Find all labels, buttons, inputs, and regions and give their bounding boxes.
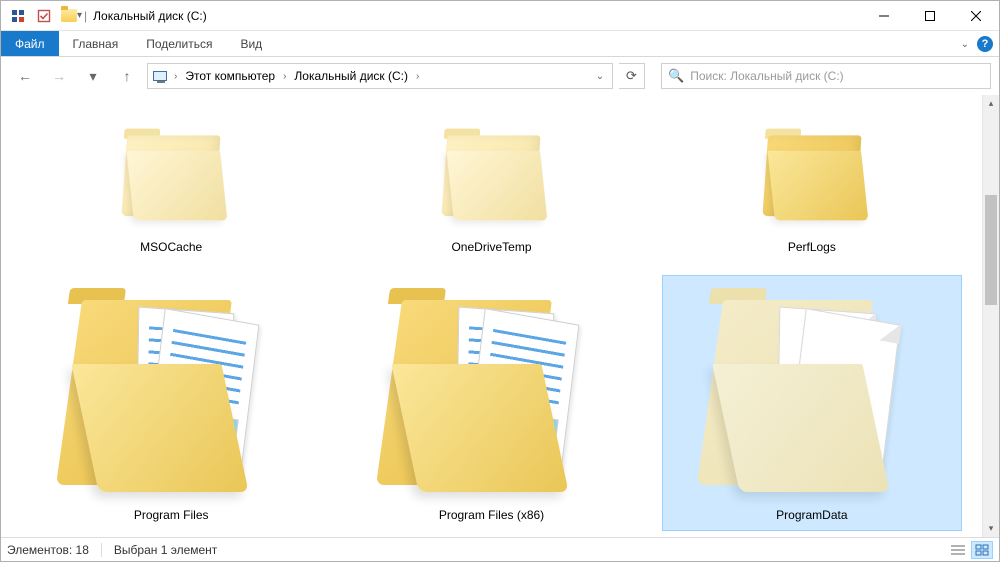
view-mode-toggle xyxy=(947,541,993,559)
nav-history-dropdown[interactable]: ▾ xyxy=(79,62,107,90)
folder-item[interactable]: PerfLogs xyxy=(662,99,962,263)
vertical-scrollbar[interactable]: ▴ ▾ xyxy=(982,95,999,537)
search-icon: 🔍 xyxy=(668,68,684,84)
ribbon-expand-icon[interactable]: ⌄ xyxy=(961,39,969,50)
breadcrumb-sep-icon[interactable]: › xyxy=(412,71,423,82)
folder-item[interactable]: Program Files (x86) xyxy=(341,275,641,531)
ribbon-tab-share[interactable]: Поделиться xyxy=(132,31,226,56)
breadcrumb-current[interactable]: Локальный диск (C:) xyxy=(292,69,410,83)
qat-properties-icon[interactable] xyxy=(7,5,29,27)
breadcrumb-root[interactable]: Этот компьютер xyxy=(183,69,277,83)
folder-item[interactable]: Program Files xyxy=(21,275,321,531)
navigation-bar: ← → ▾ ↑ › Этот компьютер › Локальный дис… xyxy=(1,57,999,95)
folder-item-selected[interactable]: ProgramData xyxy=(662,275,962,531)
folder-icon xyxy=(95,125,248,234)
nav-up-button[interactable]: ↑ xyxy=(113,62,141,90)
nav-forward-button[interactable]: → xyxy=(45,62,73,90)
folder-label: MSOCache xyxy=(140,240,202,254)
minimize-button[interactable] xyxy=(861,1,907,31)
status-separator xyxy=(101,543,102,557)
help-icon[interactable]: ? xyxy=(977,36,993,52)
address-bar[interactable]: › Этот компьютер › Локальный диск (C:) ›… xyxy=(147,63,613,89)
scroll-thumb[interactable] xyxy=(985,195,997,305)
folder-icon xyxy=(415,125,568,234)
folder-icon xyxy=(735,125,888,234)
folder-icon xyxy=(371,282,611,502)
folder-label: ProgramData xyxy=(776,508,847,522)
ribbon-tab-file[interactable]: Файл xyxy=(1,31,59,56)
folder-item[interactable]: OneDriveTemp xyxy=(341,99,641,263)
status-bar: Элементов: 18 Выбран 1 элемент xyxy=(1,537,999,561)
title-folder-icon xyxy=(61,9,77,22)
folder-item[interactable]: MSOCache xyxy=(21,99,321,263)
ribbon-tab-view[interactable]: Вид xyxy=(226,31,276,56)
refresh-button[interactable]: ⟳ xyxy=(619,63,645,89)
qat-checkbox-icon[interactable] xyxy=(33,5,55,27)
quick-access-toolbar xyxy=(1,5,61,27)
details-view-button[interactable] xyxy=(947,541,969,559)
breadcrumb-sep-icon[interactable]: › xyxy=(170,71,181,82)
explorer-window: ▾ | Локальный диск (C:) Файл Главная Под… xyxy=(0,0,1000,562)
maximize-button[interactable] xyxy=(907,1,953,31)
status-selection: Выбран 1 элемент xyxy=(114,543,217,557)
folder-view[interactable]: MSOCache OneDriveTemp PerfLogs xyxy=(1,95,982,537)
window-title: Локальный диск (C:) xyxy=(93,9,207,23)
icons-view-button[interactable] xyxy=(971,541,993,559)
scroll-down-icon[interactable]: ▾ xyxy=(983,520,999,537)
nav-back-button[interactable]: ← xyxy=(11,62,39,90)
status-item-count: Элементов: 18 xyxy=(7,543,89,557)
computer-icon xyxy=(152,68,168,84)
folder-label: Program Files (x86) xyxy=(439,508,544,522)
ribbon: Файл Главная Поделиться Вид ⌄ ? xyxy=(1,31,999,57)
content-area: MSOCache OneDriveTemp PerfLogs xyxy=(1,95,999,537)
folder-label: Program Files xyxy=(134,508,209,522)
qat-dropdown-icon[interactable]: ▾ xyxy=(77,10,82,21)
window-controls xyxy=(861,1,999,31)
folder-icon xyxy=(51,282,291,502)
search-input[interactable] xyxy=(690,69,984,83)
ribbon-tab-home[interactable]: Главная xyxy=(59,31,133,56)
folder-label: OneDriveTemp xyxy=(451,240,531,254)
folder-label: PerfLogs xyxy=(788,240,836,254)
title-separator: | xyxy=(84,9,87,23)
close-button[interactable] xyxy=(953,1,999,31)
scroll-up-icon[interactable]: ▴ xyxy=(983,95,999,112)
title-bar: ▾ | Локальный диск (C:) xyxy=(1,1,999,31)
folder-icon xyxy=(692,282,932,502)
breadcrumb-sep-icon[interactable]: › xyxy=(279,71,290,82)
address-dropdown-icon[interactable]: ⌄ xyxy=(590,71,610,82)
search-box[interactable]: 🔍 xyxy=(661,63,991,89)
